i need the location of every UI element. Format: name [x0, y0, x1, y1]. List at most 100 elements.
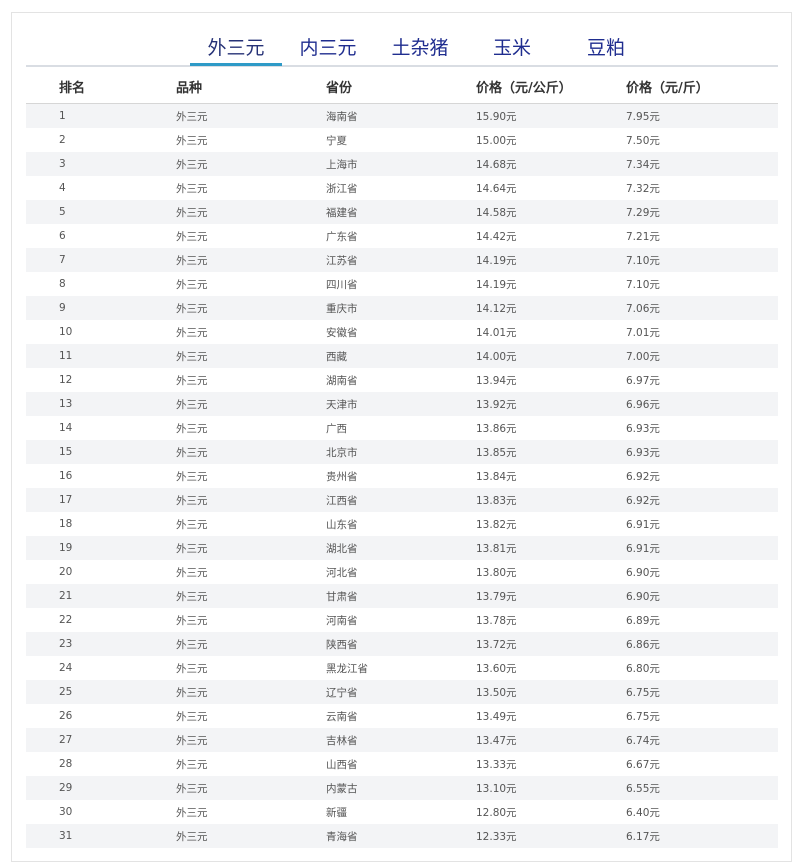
rank-cell: 20	[26, 560, 176, 584]
variety-cell: 外三元	[176, 103, 326, 128]
rank-cell: 5	[26, 200, 176, 224]
province-cell: 安徽省	[326, 320, 476, 344]
variety-cell: 外三元	[176, 488, 326, 512]
price-kg-cell: 14.12元	[476, 296, 626, 320]
rank-cell: 26	[26, 704, 176, 728]
rank-cell: 6	[26, 224, 176, 248]
price-jin-cell: 7.50元	[626, 128, 778, 152]
rank-cell: 9	[26, 296, 176, 320]
rank-cell: 3	[26, 152, 176, 176]
province-cell: 江苏省	[326, 248, 476, 272]
variety-cell: 外三元	[176, 320, 326, 344]
table-row: 9 外三元 重庆市 14.12元 7.06元	[26, 296, 778, 320]
rank-cell: 31	[26, 824, 176, 848]
price-kg-cell: 12.80元	[476, 800, 626, 824]
variety-cell: 外三元	[176, 608, 326, 632]
table-row: 3 外三元 上海市 14.68元 7.34元	[26, 152, 778, 176]
price-table-container: 排名 品种 省份 价格（元/公斤） 价格（元/斤） 1 外三元 海南省 15.90元 7…	[26, 69, 778, 848]
price-kg-cell: 13.82元	[476, 512, 626, 536]
rank-cell: 18	[26, 512, 176, 536]
variety-cell: 外三元	[176, 704, 326, 728]
province-cell: 江西省	[326, 488, 476, 512]
price-jin-cell: 6.75元	[626, 704, 778, 728]
price-jin-cell: 6.17元	[626, 824, 778, 848]
price-jin-cell: 6.92元	[626, 488, 778, 512]
price-jin-cell: 7.29元	[626, 200, 778, 224]
price-kg-cell: 14.00元	[476, 344, 626, 368]
header-price-kg: 价格（元/公斤）	[476, 69, 626, 104]
province-cell: 辽宁省	[326, 680, 476, 704]
tab-neisanyuan[interactable]: 内三元	[290, 33, 366, 63]
variety-cell: 外三元	[176, 296, 326, 320]
table-row: 31 外三元 青海省 12.33元 6.17元	[26, 824, 778, 848]
variety-cell: 外三元	[176, 584, 326, 608]
tab-yumi[interactable]: 玉米	[482, 33, 542, 63]
variety-cell: 外三元	[176, 128, 326, 152]
province-cell: 陕西省	[326, 632, 476, 656]
province-cell: 吉林省	[326, 728, 476, 752]
variety-cell: 外三元	[176, 176, 326, 200]
variety-cell: 外三元	[176, 560, 326, 584]
price-jin-cell: 6.80元	[626, 656, 778, 680]
rank-cell: 13	[26, 392, 176, 416]
rank-cell: 7	[26, 248, 176, 272]
variety-cell: 外三元	[176, 776, 326, 800]
price-jin-cell: 7.10元	[626, 248, 778, 272]
variety-cell: 外三元	[176, 824, 326, 848]
table-row: 5 外三元 福建省 14.58元 7.29元	[26, 200, 778, 224]
rank-cell: 10	[26, 320, 176, 344]
price-kg-cell: 14.19元	[476, 248, 626, 272]
variety-cell: 外三元	[176, 680, 326, 704]
table-row: 12 外三元 湖南省 13.94元 6.97元	[26, 368, 778, 392]
price-kg-cell: 13.92元	[476, 392, 626, 416]
price-kg-cell: 13.33元	[476, 752, 626, 776]
rank-cell: 27	[26, 728, 176, 752]
tab-doupo[interactable]: 豆粕	[576, 33, 636, 63]
variety-cell: 外三元	[176, 200, 326, 224]
province-cell: 贵州省	[326, 464, 476, 488]
rank-cell: 8	[26, 272, 176, 296]
table-row: 29 外三元 内蒙古 13.10元 6.55元	[26, 776, 778, 800]
table-row: 15 外三元 北京市 13.85元 6.93元	[26, 440, 778, 464]
rank-cell: 16	[26, 464, 176, 488]
table-row: 19 外三元 湖北省 13.81元 6.91元	[26, 536, 778, 560]
rank-cell: 1	[26, 103, 176, 128]
price-jin-cell: 7.32元	[626, 176, 778, 200]
table-row: 11 外三元 西藏 14.00元 7.00元	[26, 344, 778, 368]
price-table: 排名 品种 省份 价格（元/公斤） 价格（元/斤） 1 外三元 海南省 15.90元 7…	[26, 69, 778, 848]
variety-cell: 外三元	[176, 368, 326, 392]
tab-waisanyuan[interactable]: 外三元	[190, 33, 282, 63]
price-kg-cell: 13.49元	[476, 704, 626, 728]
price-kg-cell: 13.78元	[476, 608, 626, 632]
variety-cell: 外三元	[176, 416, 326, 440]
table-row: 25 外三元 辽宁省 13.50元 6.75元	[26, 680, 778, 704]
table-row: 7 外三元 江苏省 14.19元 7.10元	[26, 248, 778, 272]
tab-tuzazhu[interactable]: 土杂猪	[382, 33, 458, 63]
variety-cell: 外三元	[176, 464, 326, 488]
price-jin-cell: 7.06元	[626, 296, 778, 320]
header-variety: 品种	[176, 69, 326, 104]
price-kg-cell: 15.90元	[476, 103, 626, 128]
table-row: 4 外三元 浙江省 14.64元 7.32元	[26, 176, 778, 200]
table-row: 6 外三元 广东省 14.42元 7.21元	[26, 224, 778, 248]
rank-cell: 22	[26, 608, 176, 632]
rank-cell: 30	[26, 800, 176, 824]
province-cell: 福建省	[326, 200, 476, 224]
price-kg-cell: 14.64元	[476, 176, 626, 200]
price-jin-cell: 7.34元	[626, 152, 778, 176]
header-province: 省份	[326, 69, 476, 104]
rank-cell: 14	[26, 416, 176, 440]
table-row: 10 外三元 安徽省 14.01元 7.01元	[26, 320, 778, 344]
table-row: 14 外三元 广西 13.86元 6.93元	[26, 416, 778, 440]
province-cell: 天津市	[326, 392, 476, 416]
table-row: 23 外三元 陕西省 13.72元 6.86元	[26, 632, 778, 656]
price-jin-cell: 6.93元	[626, 440, 778, 464]
table-row: 20 外三元 河北省 13.80元 6.90元	[26, 560, 778, 584]
table-row: 24 外三元 黑龙江省 13.60元 6.80元	[26, 656, 778, 680]
variety-cell: 外三元	[176, 512, 326, 536]
table-row: 22 外三元 河南省 13.78元 6.89元	[26, 608, 778, 632]
price-jin-cell: 6.90元	[626, 560, 778, 584]
price-jin-cell: 6.91元	[626, 536, 778, 560]
price-kg-cell: 13.60元	[476, 656, 626, 680]
price-jin-cell: 6.40元	[626, 800, 778, 824]
